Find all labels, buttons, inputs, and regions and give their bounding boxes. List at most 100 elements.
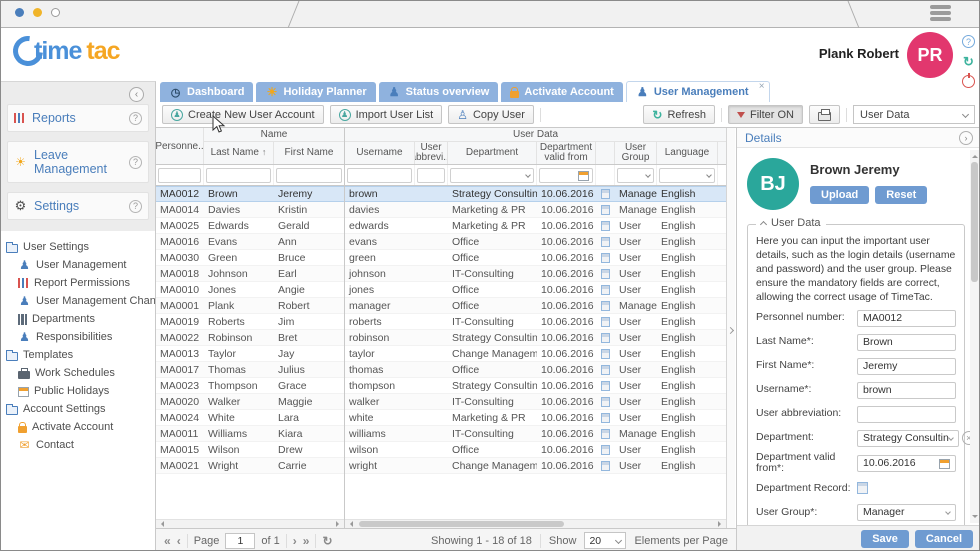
- table-row[interactable]: manager Office 10.06.2016 Manager Englis…: [345, 298, 726, 314]
- copy-user-button[interactable]: Copy User: [448, 105, 534, 124]
- table-row[interactable]: thompson Strategy Consulting 10.06.2016 …: [345, 378, 726, 394]
- record-icon[interactable]: [601, 268, 610, 279]
- tab[interactable]: Holiday Planner: [256, 82, 376, 102]
- scroll-up-icon[interactable]: [971, 152, 978, 158]
- scroll-left-icon[interactable]: [347, 521, 353, 527]
- table-row[interactable]: johnson IT-Consulting 10.06.2016 User En…: [345, 266, 726, 282]
- table-row[interactable]: MA0013 Taylor Jay: [156, 346, 344, 362]
- panel-collapse-icon[interactable]: [959, 130, 973, 145]
- table-row[interactable]: MA0020 Walker Maggie: [156, 394, 344, 410]
- username-field[interactable]: brown: [857, 381, 956, 399]
- filter-toggle-button[interactable]: Filter ON: [728, 105, 803, 124]
- tab[interactable]: User Management: [625, 81, 770, 102]
- column-header-last-name[interactable]: Last Name ↑: [204, 142, 274, 164]
- scroll-right-icon[interactable]: [718, 521, 724, 527]
- record-icon[interactable]: [601, 412, 610, 423]
- table-row[interactable]: MA0024 White Lara: [156, 410, 344, 426]
- avatar[interactable]: PR: [907, 32, 953, 78]
- table-row[interactable]: brown Strategy Consulting 10.06.2016 Man…: [345, 186, 726, 202]
- record-icon[interactable]: [601, 316, 610, 327]
- table-row[interactable]: MA0016 Evans Ann: [156, 234, 344, 250]
- table-row[interactable]: MA0022 Robinson Bret: [156, 330, 344, 346]
- filter-abbreviation-input[interactable]: [417, 167, 445, 183]
- filter-department-select[interactable]: [450, 167, 534, 183]
- table-row[interactable]: roberts IT-Consulting 10.06.2016 User En…: [345, 314, 726, 330]
- table-row[interactable]: white Marketing & PR 10.06.2016 User Eng…: [345, 410, 726, 426]
- sidebar-tree-item[interactable]: User Settings: [1, 238, 155, 256]
- table-row[interactable]: williams IT-Consulting 10.06.2016 Manage…: [345, 426, 726, 442]
- sidebar-tree-item[interactable]: Activate Account: [1, 418, 155, 436]
- column-header-record[interactable]: [596, 142, 615, 164]
- column-header-valid-from[interactable]: Department valid from: [537, 142, 596, 164]
- record-icon[interactable]: [601, 204, 610, 215]
- print-button[interactable]: [809, 105, 840, 124]
- filter-language-select[interactable]: [659, 167, 715, 183]
- record-icon[interactable]: [601, 220, 610, 231]
- window-dot-yellow-icon[interactable]: [33, 8, 42, 17]
- close-icon[interactable]: [759, 81, 765, 92]
- sidebar-section[interactable]: Reports: [7, 104, 149, 132]
- create-user-button[interactable]: Create New User Account: [162, 105, 324, 124]
- table-row[interactable]: MA0001 Plank Robert: [156, 298, 344, 314]
- upload-button[interactable]: Upload: [810, 186, 870, 204]
- record-icon[interactable]: [601, 428, 610, 439]
- filter-user-group-select[interactable]: [617, 167, 654, 183]
- column-header-personnel[interactable]: Personne..: [155, 128, 204, 164]
- window-controls[interactable]: [15, 8, 60, 17]
- section-help-icon[interactable]: [129, 155, 142, 169]
- scroll-down-icon[interactable]: [971, 515, 978, 521]
- view-select[interactable]: User Data: [853, 105, 975, 124]
- details-scrollbar[interactable]: [970, 150, 979, 523]
- refresh-icon[interactable]: [962, 55, 975, 68]
- section-help-icon[interactable]: [129, 199, 142, 213]
- table-row[interactable]: jones Office 10.06.2016 User English: [345, 282, 726, 298]
- reset-button[interactable]: Reset: [875, 186, 928, 204]
- sidebar-tree-item[interactable]: Public Holidays: [1, 382, 155, 400]
- filter-valid-from-date[interactable]: [539, 167, 593, 183]
- record-icon[interactable]: [601, 460, 610, 471]
- record-icon[interactable]: [601, 189, 610, 199]
- record-icon[interactable]: [601, 396, 610, 407]
- scroll-right-icon[interactable]: [336, 521, 342, 527]
- table-row[interactable]: MA0011 Williams Kiara: [156, 426, 344, 442]
- record-icon[interactable]: [601, 348, 610, 359]
- column-header-username[interactable]: Username: [345, 142, 415, 164]
- sidebar-section[interactable]: Leave Management: [7, 141, 149, 183]
- hamburger-menu-icon[interactable]: [930, 5, 951, 21]
- h-scrollbar-scroll[interactable]: [345, 519, 726, 528]
- table-row[interactable]: MA0015 Wilson Drew: [156, 442, 344, 458]
- valid-from-date-field[interactable]: 10.06.2016: [857, 454, 956, 472]
- fieldset-legend[interactable]: User Data: [756, 217, 826, 229]
- record-icon[interactable]: [601, 300, 610, 311]
- table-row[interactable]: MA0023 Thompson Grace: [156, 378, 344, 394]
- calendar-icon[interactable]: [939, 458, 950, 469]
- table-row[interactable]: evans Office 10.06.2016 User English: [345, 234, 726, 250]
- table-row[interactable]: wilson Office 10.06.2016 User English: [345, 442, 726, 458]
- h-scrollbar-frozen[interactable]: [156, 519, 344, 528]
- sidebar-tree-item[interactable]: Responsibilities: [1, 328, 155, 346]
- sidebar-tree-item[interactable]: Templates: [1, 346, 155, 364]
- first-name-field[interactable]: Jeremy: [857, 357, 956, 375]
- refresh-button[interactable]: Refresh: [643, 105, 715, 124]
- table-row[interactable]: MA0010 Jones Angie: [156, 282, 344, 298]
- sidebar-tree-item[interactable]: Account Settings: [1, 400, 155, 418]
- table-row[interactable]: wright Change Management 10.06.2016 User…: [345, 458, 726, 474]
- column-header-user-group[interactable]: User Group: [615, 142, 657, 164]
- table-row[interactable]: walker IT-Consulting 10.06.2016 User Eng…: [345, 394, 726, 410]
- page-number-input[interactable]: 1: [225, 532, 256, 549]
- first-page-icon[interactable]: «: [164, 534, 171, 548]
- table-row[interactable]: MA0030 Green Bruce: [156, 250, 344, 266]
- record-icon[interactable]: [601, 252, 610, 263]
- sidebar-tree-item[interactable]: Departments: [1, 310, 155, 328]
- table-row[interactable]: green Office 10.06.2016 User English: [345, 250, 726, 266]
- table-row[interactable]: thomas Office 10.06.2016 User English: [345, 362, 726, 378]
- table-row[interactable]: edwards Marketing & PR 10.06.2016 User E…: [345, 218, 726, 234]
- record-icon[interactable]: [601, 364, 610, 375]
- table-row[interactable]: MA0025 Edwards Gerald: [156, 218, 344, 234]
- tab[interactable]: Dashboard: [160, 82, 254, 102]
- scrollbar-thumb[interactable]: [971, 162, 978, 282]
- filter-username-input[interactable]: [347, 167, 412, 183]
- window-dot-white-icon[interactable]: [51, 8, 60, 17]
- column-header-language[interactable]: Language: [657, 142, 718, 164]
- user-abbreviation-field[interactable]: [857, 405, 956, 423]
